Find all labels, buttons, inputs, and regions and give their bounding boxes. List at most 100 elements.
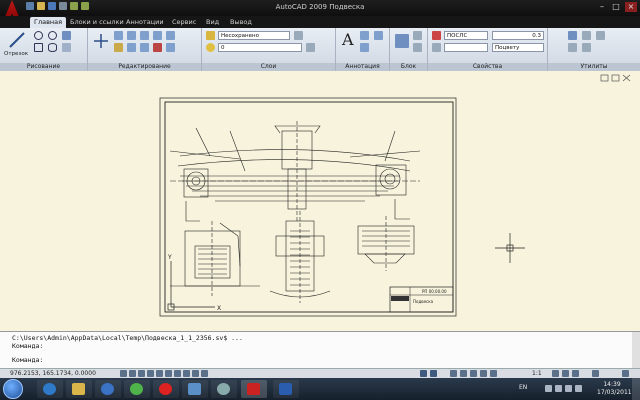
close-button[interactable]: × (625, 2, 637, 12)
tray-arrow-icon[interactable] (545, 385, 552, 392)
annotation-panel-label[interactable]: Аннотация (336, 63, 389, 71)
scale-icon[interactable] (127, 43, 136, 52)
color-dropdown[interactable]: ПОСЛС (444, 31, 488, 40)
arc-icon[interactable] (34, 31, 43, 40)
workspace-icon[interactable] (562, 370, 569, 377)
drawing-canvas[interactable]: Y X РП 00.00.00 Подвеска (0, 71, 640, 331)
lock-icon[interactable] (572, 370, 579, 377)
modify-panel-label[interactable]: Редактирование (88, 63, 201, 71)
copy-icon[interactable] (140, 31, 149, 40)
polar-toggle-icon[interactable] (147, 370, 154, 377)
rectangle-icon[interactable] (34, 43, 43, 52)
utilities-panel-label[interactable]: Утилиты (548, 63, 640, 71)
taskbar-word[interactable] (273, 380, 299, 398)
edit-block-icon[interactable] (413, 43, 422, 52)
measure-icon[interactable] (568, 31, 577, 40)
minimize-button[interactable]: – (596, 2, 608, 12)
taskbar-explorer[interactable] (66, 380, 92, 398)
linetype-dropdown[interactable] (444, 43, 488, 52)
current-layer-dropdown[interactable]: 0 (218, 43, 302, 52)
drawing-svg[interactable]: Y X РП 00.00.00 Подвеска (0, 71, 640, 331)
tab-home[interactable]: Главная (30, 17, 67, 28)
leader-icon[interactable] (374, 31, 383, 40)
taskbar-opera[interactable] (153, 380, 179, 398)
battery-icon[interactable] (575, 385, 582, 392)
erase-icon[interactable] (153, 43, 162, 52)
tab-tools[interactable]: Сервис (168, 17, 200, 28)
dimension-icon[interactable] (360, 31, 369, 40)
layer-on-icon[interactable] (206, 43, 215, 52)
array-icon[interactable] (140, 43, 149, 52)
list-icon[interactable] (432, 43, 441, 52)
tab-blocks[interactable]: Блоки и ссылки (66, 17, 128, 28)
taskbar-virtualbox[interactable] (182, 380, 208, 398)
mirror-icon[interactable] (153, 31, 162, 40)
fillet-icon[interactable] (166, 31, 175, 40)
id-point-icon[interactable] (582, 43, 591, 52)
explode-icon[interactable] (166, 43, 175, 52)
drawing-minimize-icon[interactable] (600, 74, 609, 82)
taskbar-autocad[interactable] (241, 380, 267, 398)
command-scrollbar[interactable] (632, 332, 640, 369)
zoom-icon[interactable] (460, 370, 467, 377)
rotate-icon[interactable] (114, 31, 123, 40)
taskbar-icq[interactable] (124, 380, 150, 398)
layout-icon[interactable] (430, 370, 437, 377)
maximize-button[interactable]: □ (610, 2, 622, 12)
steering-wheel-icon[interactable] (470, 370, 477, 377)
lineweight-toggle-icon[interactable] (192, 370, 199, 377)
create-block-icon[interactable] (413, 31, 422, 40)
tab-output[interactable]: Вывод (226, 17, 256, 28)
model-space-icon[interactable] (420, 370, 427, 377)
clean-screen-icon[interactable] (622, 370, 629, 377)
show-desktop-button[interactable] (632, 378, 640, 400)
layer-properties-icon[interactable] (206, 31, 215, 40)
properties-panel-label[interactable]: Свойства (428, 63, 547, 71)
match-properties-icon[interactable] (432, 31, 441, 40)
taskbar-ie[interactable] (37, 380, 63, 398)
move-icon[interactable] (94, 34, 108, 48)
annotation-visibility-icon[interactable] (490, 370, 497, 377)
ducs-toggle-icon[interactable] (174, 370, 181, 377)
ortho-toggle-icon[interactable] (138, 370, 145, 377)
otrack-toggle-icon[interactable] (165, 370, 172, 377)
taskbar-app[interactable] (211, 380, 237, 398)
layers-panel-label[interactable]: Слои (202, 63, 335, 71)
table-icon[interactable] (360, 43, 369, 52)
start-button[interactable] (3, 379, 23, 399)
taskbar-media[interactable] (95, 380, 121, 398)
layer-tools-icon[interactable] (306, 43, 315, 52)
circle-icon[interactable] (48, 31, 57, 40)
command-prompt[interactable]: Команда: (12, 356, 43, 364)
annotation-scale[interactable]: 1:1 (532, 370, 542, 377)
draw-panel-label[interactable]: Рисование (0, 63, 87, 71)
drawing-close-icon[interactable] (622, 74, 631, 82)
trim-icon[interactable] (127, 31, 136, 40)
status-tray-icon[interactable] (592, 370, 599, 377)
stretch-icon[interactable] (114, 43, 123, 52)
calculator-icon[interactable] (568, 43, 577, 52)
region-icon[interactable] (62, 43, 71, 52)
clock[interactable]: 14:39 17/03/2011 (597, 381, 632, 397)
pan-icon[interactable] (450, 370, 457, 377)
volume-icon[interactable] (565, 385, 572, 392)
quick-select-icon[interactable] (582, 31, 591, 40)
grid-toggle-icon[interactable] (129, 370, 136, 377)
coordinate-readout[interactable]: 976.2153, 165.1734, 0.0000 (10, 370, 96, 377)
ellipse-icon[interactable] (48, 43, 57, 52)
qp-toggle-icon[interactable] (201, 370, 208, 377)
block-panel-label[interactable]: Блок (390, 63, 427, 71)
tab-annotations[interactable]: Аннотации (122, 17, 168, 28)
hatch-icon[interactable] (62, 31, 71, 40)
network-icon[interactable] (555, 385, 562, 392)
layer-state-dropdown[interactable]: Несохранено (218, 31, 290, 40)
lineweight-dropdown[interactable]: 0.3 (492, 31, 544, 40)
snap-toggle-icon[interactable] (120, 370, 127, 377)
plotstyle-dropdown[interactable]: Поцвету (492, 43, 544, 52)
drawing-restore-icon[interactable] (611, 74, 620, 82)
dyn-toggle-icon[interactable] (183, 370, 190, 377)
command-line[interactable]: C:\Users\Admin\AppData\Local\Temp\Подвес… (0, 331, 640, 369)
insert-block-icon[interactable] (395, 34, 409, 48)
select-all-icon[interactable] (596, 31, 605, 40)
osnap-toggle-icon[interactable] (156, 370, 163, 377)
